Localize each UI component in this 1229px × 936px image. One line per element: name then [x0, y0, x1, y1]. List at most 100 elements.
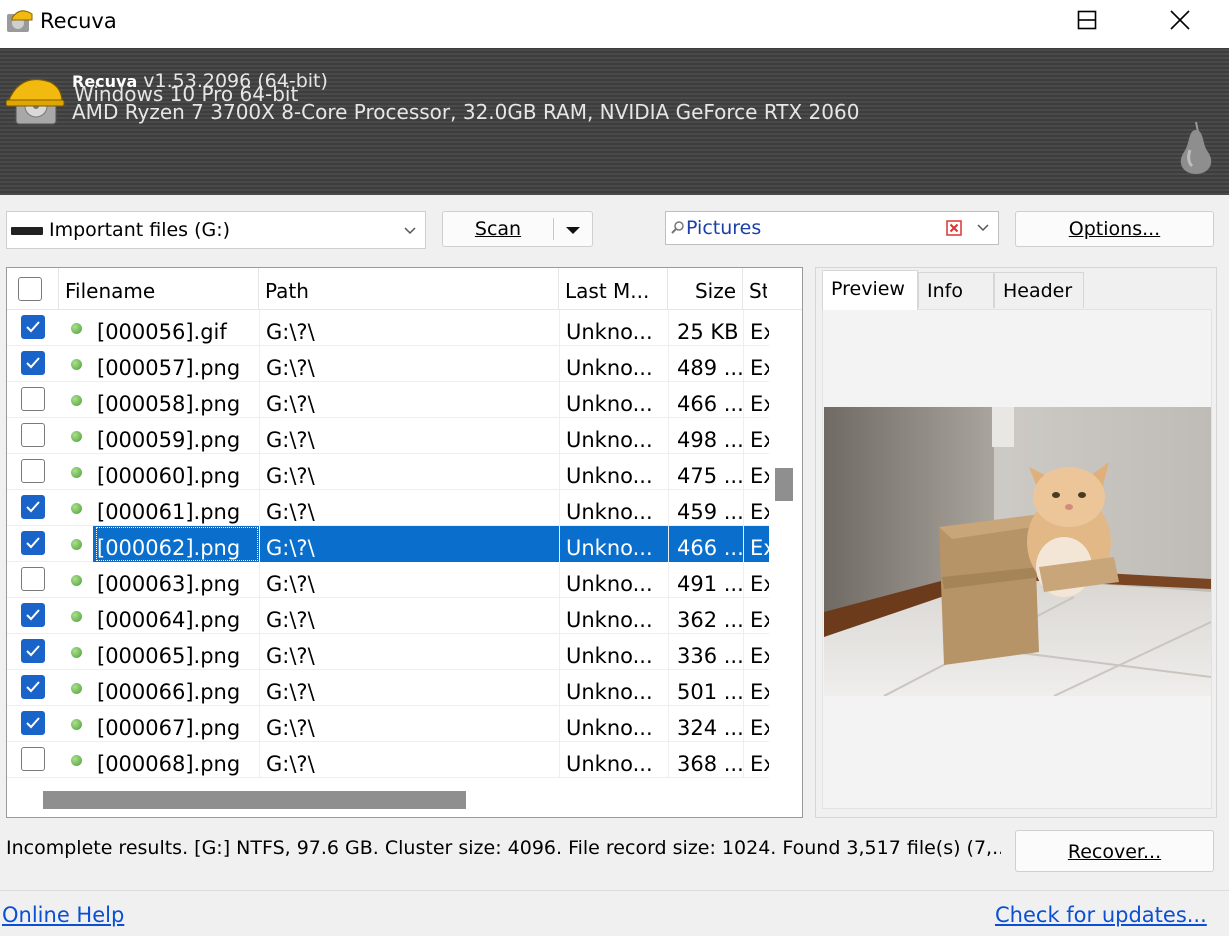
row-checkbox[interactable] [21, 747, 45, 771]
recovery-state-icon [71, 395, 82, 406]
filter-input[interactable] [686, 214, 946, 242]
table-row[interactable]: [000067].png G:\?\Unkno...324 ...Ex [7, 706, 769, 742]
search-icon [671, 221, 684, 234]
recover-button[interactable]: Recover... [1015, 830, 1214, 872]
info-banner: Recuva v1.53.2096 (64-bit) Windows 10 Pro… [0, 48, 1229, 195]
cell-state: Ex [743, 742, 769, 778]
cell-state: Ex [743, 562, 769, 598]
cell-last-modified: Unkno... [559, 310, 668, 346]
cell-path: G:\?\ [259, 346, 559, 382]
cell-filename: [000068].png [97, 752, 241, 776]
row-checkbox[interactable] [21, 351, 45, 375]
chevron-down-icon[interactable] [976, 221, 990, 235]
row-checkbox[interactable] [21, 531, 45, 555]
cell-filename: [000067].png [97, 716, 241, 740]
maximize-icon [1077, 10, 1097, 30]
recovery-state-icon [71, 683, 82, 694]
cell-last-modified: Unkno... [559, 742, 668, 778]
cell-size: 491 ... [668, 562, 743, 598]
tab-preview[interactable]: Preview [822, 270, 918, 310]
options-button[interactable]: Options... [1015, 211, 1214, 247]
table-row[interactable]: [000063].png G:\?\Unkno...491 ...Ex [7, 562, 769, 598]
details-panel: Preview Info Header [815, 267, 1217, 818]
table-row[interactable]: [000059].png G:\?\Unkno...498 ...Ex [7, 418, 769, 454]
row-checkbox[interactable] [21, 675, 45, 699]
select-all-checkbox[interactable] [18, 277, 42, 301]
row-checkbox[interactable] [21, 315, 45, 339]
table-row[interactable]: [000064].png G:\?\Unkno...362 ...Ex [7, 598, 769, 634]
chevron-down-icon [404, 227, 416, 235]
cell-filename: [000062].png [95, 526, 259, 562]
table-row[interactable]: [000056].gif G:\?\Unkno...25 KBEx [7, 310, 769, 346]
cell-size: 336 ... [668, 634, 743, 670]
file-type-filter[interactable] [665, 211, 999, 245]
clear-filter-icon[interactable] [946, 220, 962, 236]
vertical-scrollbar-thumb[interactable] [775, 468, 793, 501]
footer-divider [0, 890, 1229, 891]
row-checkbox[interactable] [21, 423, 45, 447]
table-row[interactable]: [000060].png G:\?\Unkno...475 ...Ex [7, 454, 769, 490]
recovery-state-icon [71, 719, 82, 730]
recovery-state-icon [71, 575, 82, 586]
cell-filename: [000064].png [97, 608, 241, 632]
cell-filename: [000057].png [97, 356, 241, 380]
cell-state: Ex [743, 598, 769, 634]
scan-split-divider [553, 218, 554, 240]
row-checkbox[interactable] [21, 459, 45, 483]
cell-size: 475 ... [668, 454, 743, 490]
recovery-state-icon [71, 503, 82, 514]
cell-size: 501 ... [668, 670, 743, 706]
cell-last-modified: Unkno... [559, 454, 668, 490]
cell-state: Ex [743, 706, 769, 742]
horizontal-scrollbar-thumb[interactable] [43, 791, 466, 809]
checkmark-icon [26, 717, 40, 729]
recovery-state-icon [71, 359, 82, 370]
row-checkbox[interactable] [21, 495, 45, 519]
column-header-filename[interactable]: Filename [59, 268, 259, 310]
table-row[interactable]: [000065].png G:\?\Unkno...336 ...Ex [7, 634, 769, 670]
tab-header[interactable]: Header [994, 272, 1084, 308]
cell-state: Ex [743, 670, 769, 706]
cell-state: Ex [743, 490, 769, 526]
cell-last-modified: Unkno... [559, 598, 668, 634]
check-updates-link[interactable]: Check for updates... [995, 903, 1207, 927]
table-row[interactable]: [000061].png G:\?\Unkno...459 ...Ex [7, 490, 769, 526]
row-checkbox[interactable] [21, 567, 45, 591]
online-help-link[interactable]: Online Help [2, 903, 124, 927]
table-row[interactable]: [000066].png G:\?\Unkno...501 ...Ex [7, 670, 769, 706]
recovery-state-icon [71, 755, 82, 766]
row-checkbox[interactable] [21, 603, 45, 627]
header-select-all[interactable] [7, 268, 59, 310]
drive-dropdown[interactable]: Important files (G:) [6, 211, 426, 249]
cell-filename: [000058].png [97, 392, 241, 416]
file-list[interactable]: Filename Path Last M... Size St [000056]… [6, 267, 803, 818]
row-checkbox[interactable] [21, 711, 45, 735]
system-info: Recuva v1.53.2096 (64-bit) Windows 10 Pro… [72, 68, 859, 124]
tab-info[interactable]: Info [918, 272, 994, 308]
column-header-size[interactable]: Size [668, 268, 743, 310]
maximize-button[interactable] [1042, 0, 1132, 40]
cell-size: 498 ... [668, 418, 743, 454]
scan-options-dropdown[interactable] [555, 212, 592, 246]
table-row[interactable]: [000068].png G:\?\Unkno...368 ...Ex [7, 742, 769, 778]
cell-size: 368 ... [668, 742, 743, 778]
column-header-state[interactable]: St [743, 268, 767, 310]
table-row[interactable]: [000057].png G:\?\Unkno...489 ...Ex [7, 346, 769, 382]
column-header-path[interactable]: Path [259, 268, 559, 310]
table-row[interactable]: [000058].png G:\?\Unkno...466 ...Ex [7, 382, 769, 418]
cell-last-modified: Unkno... [559, 670, 668, 706]
recovery-state-icon [71, 647, 82, 658]
table-row[interactable]: [000062].pngG:\?\Unkno...466 ...Ex [7, 526, 769, 562]
cell-size: 25 KB [668, 310, 743, 346]
file-list-header: Filename Path Last M... Size St [7, 268, 802, 310]
preview-image [824, 407, 1211, 696]
cell-state: Ex [743, 454, 769, 490]
row-checkbox[interactable] [21, 639, 45, 663]
scan-button-label: Scan [474, 218, 522, 240]
column-header-last-modified[interactable]: Last M... [559, 268, 668, 310]
close-button[interactable] [1134, 0, 1226, 40]
scan-button[interactable]: Scan [442, 211, 593, 247]
row-checkbox[interactable] [21, 387, 45, 411]
cell-state: Ex [743, 310, 769, 346]
piriform-pear-icon [1180, 121, 1212, 174]
